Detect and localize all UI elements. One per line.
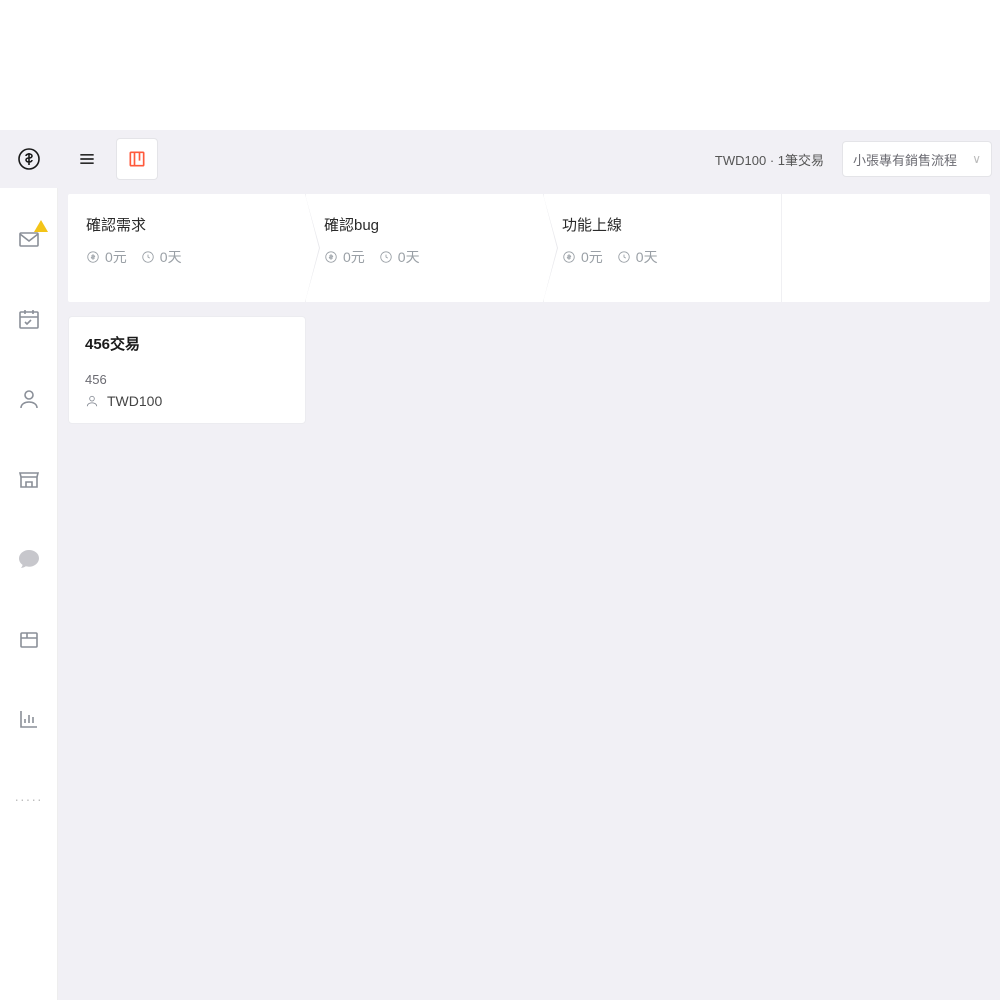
main-area: TWD100 · 1筆交易 小張專有銷售流程 ∨ 確認需求 0元 0天 確認bu… xyxy=(58,130,1000,1000)
hamburger-icon xyxy=(77,149,97,169)
stage-column[interactable]: 確認bug 0元 0天 xyxy=(306,194,544,302)
deal-card[interactable]: 456交易 456 TWD100 xyxy=(68,316,306,424)
sidebar-item-deals[interactable] xyxy=(0,130,58,188)
stage-meta: 0元 0天 xyxy=(86,247,287,267)
toolbar: TWD100 · 1筆交易 小張專有銷售流程 ∨ xyxy=(58,130,1000,188)
sidebar-item-mail[interactable] xyxy=(0,210,58,268)
calendar-icon xyxy=(17,307,41,331)
money-icon xyxy=(86,250,100,264)
chevron-down-icon: ∨ xyxy=(972,152,981,166)
deals-summary: TWD100 · 1筆交易 xyxy=(715,150,824,169)
stage-meta: 0元 0天 xyxy=(324,247,525,267)
money-icon xyxy=(562,250,576,264)
package-icon xyxy=(17,627,41,651)
chart-icon xyxy=(17,707,41,731)
sidebar: ····· xyxy=(0,130,58,1000)
person-icon xyxy=(17,387,41,411)
stage-title: 確認bug xyxy=(324,214,525,235)
pipeline-select-label: 小張專有銷售流程 xyxy=(853,150,957,169)
sidebar-item-products[interactable] xyxy=(0,610,58,668)
kanban-view-button[interactable] xyxy=(116,138,158,180)
clock-icon xyxy=(617,250,631,264)
pipeline-stages: 確認需求 0元 0天 確認bug 0元 0天 功能上線 0元 0天 xyxy=(68,194,990,302)
stage-title: 確認需求 xyxy=(86,214,287,235)
mail-alert-badge xyxy=(34,220,48,232)
sidebar-item-calendar[interactable] xyxy=(0,290,58,348)
stage-column[interactable]: 功能上線 0元 0天 xyxy=(544,194,782,302)
deals-lane: 456交易 456 TWD100 xyxy=(68,316,990,424)
clock-icon xyxy=(141,250,155,264)
deal-amount: TWD100 xyxy=(107,393,162,409)
deal-title: 456交易 xyxy=(85,333,289,354)
chat-bubble-icon xyxy=(17,547,41,571)
sidebar-item-contacts[interactable] xyxy=(0,370,58,428)
storefront-icon xyxy=(17,467,41,491)
sidebar-item-companies[interactable] xyxy=(0,450,58,508)
more-icon: ····· xyxy=(14,791,42,807)
stage-column[interactable]: 確認需求 0元 0天 xyxy=(68,194,306,302)
kanban-icon xyxy=(127,149,147,169)
person-icon xyxy=(85,394,99,408)
deal-amount-row: TWD100 xyxy=(85,393,289,409)
dollar-circle-icon xyxy=(17,147,41,171)
clock-icon xyxy=(379,250,393,264)
sidebar-item-more[interactable]: ····· xyxy=(0,770,58,828)
menu-toggle-button[interactable] xyxy=(66,138,108,180)
deal-contact: 456 xyxy=(85,372,289,387)
stage-meta: 0元 0天 xyxy=(562,247,763,267)
pipeline-select[interactable]: 小張專有銷售流程 ∨ xyxy=(842,141,992,177)
sidebar-item-chat[interactable] xyxy=(0,530,58,588)
sidebar-item-reports[interactable] xyxy=(0,690,58,748)
money-icon xyxy=(324,250,338,264)
stage-title: 功能上線 xyxy=(562,214,763,235)
